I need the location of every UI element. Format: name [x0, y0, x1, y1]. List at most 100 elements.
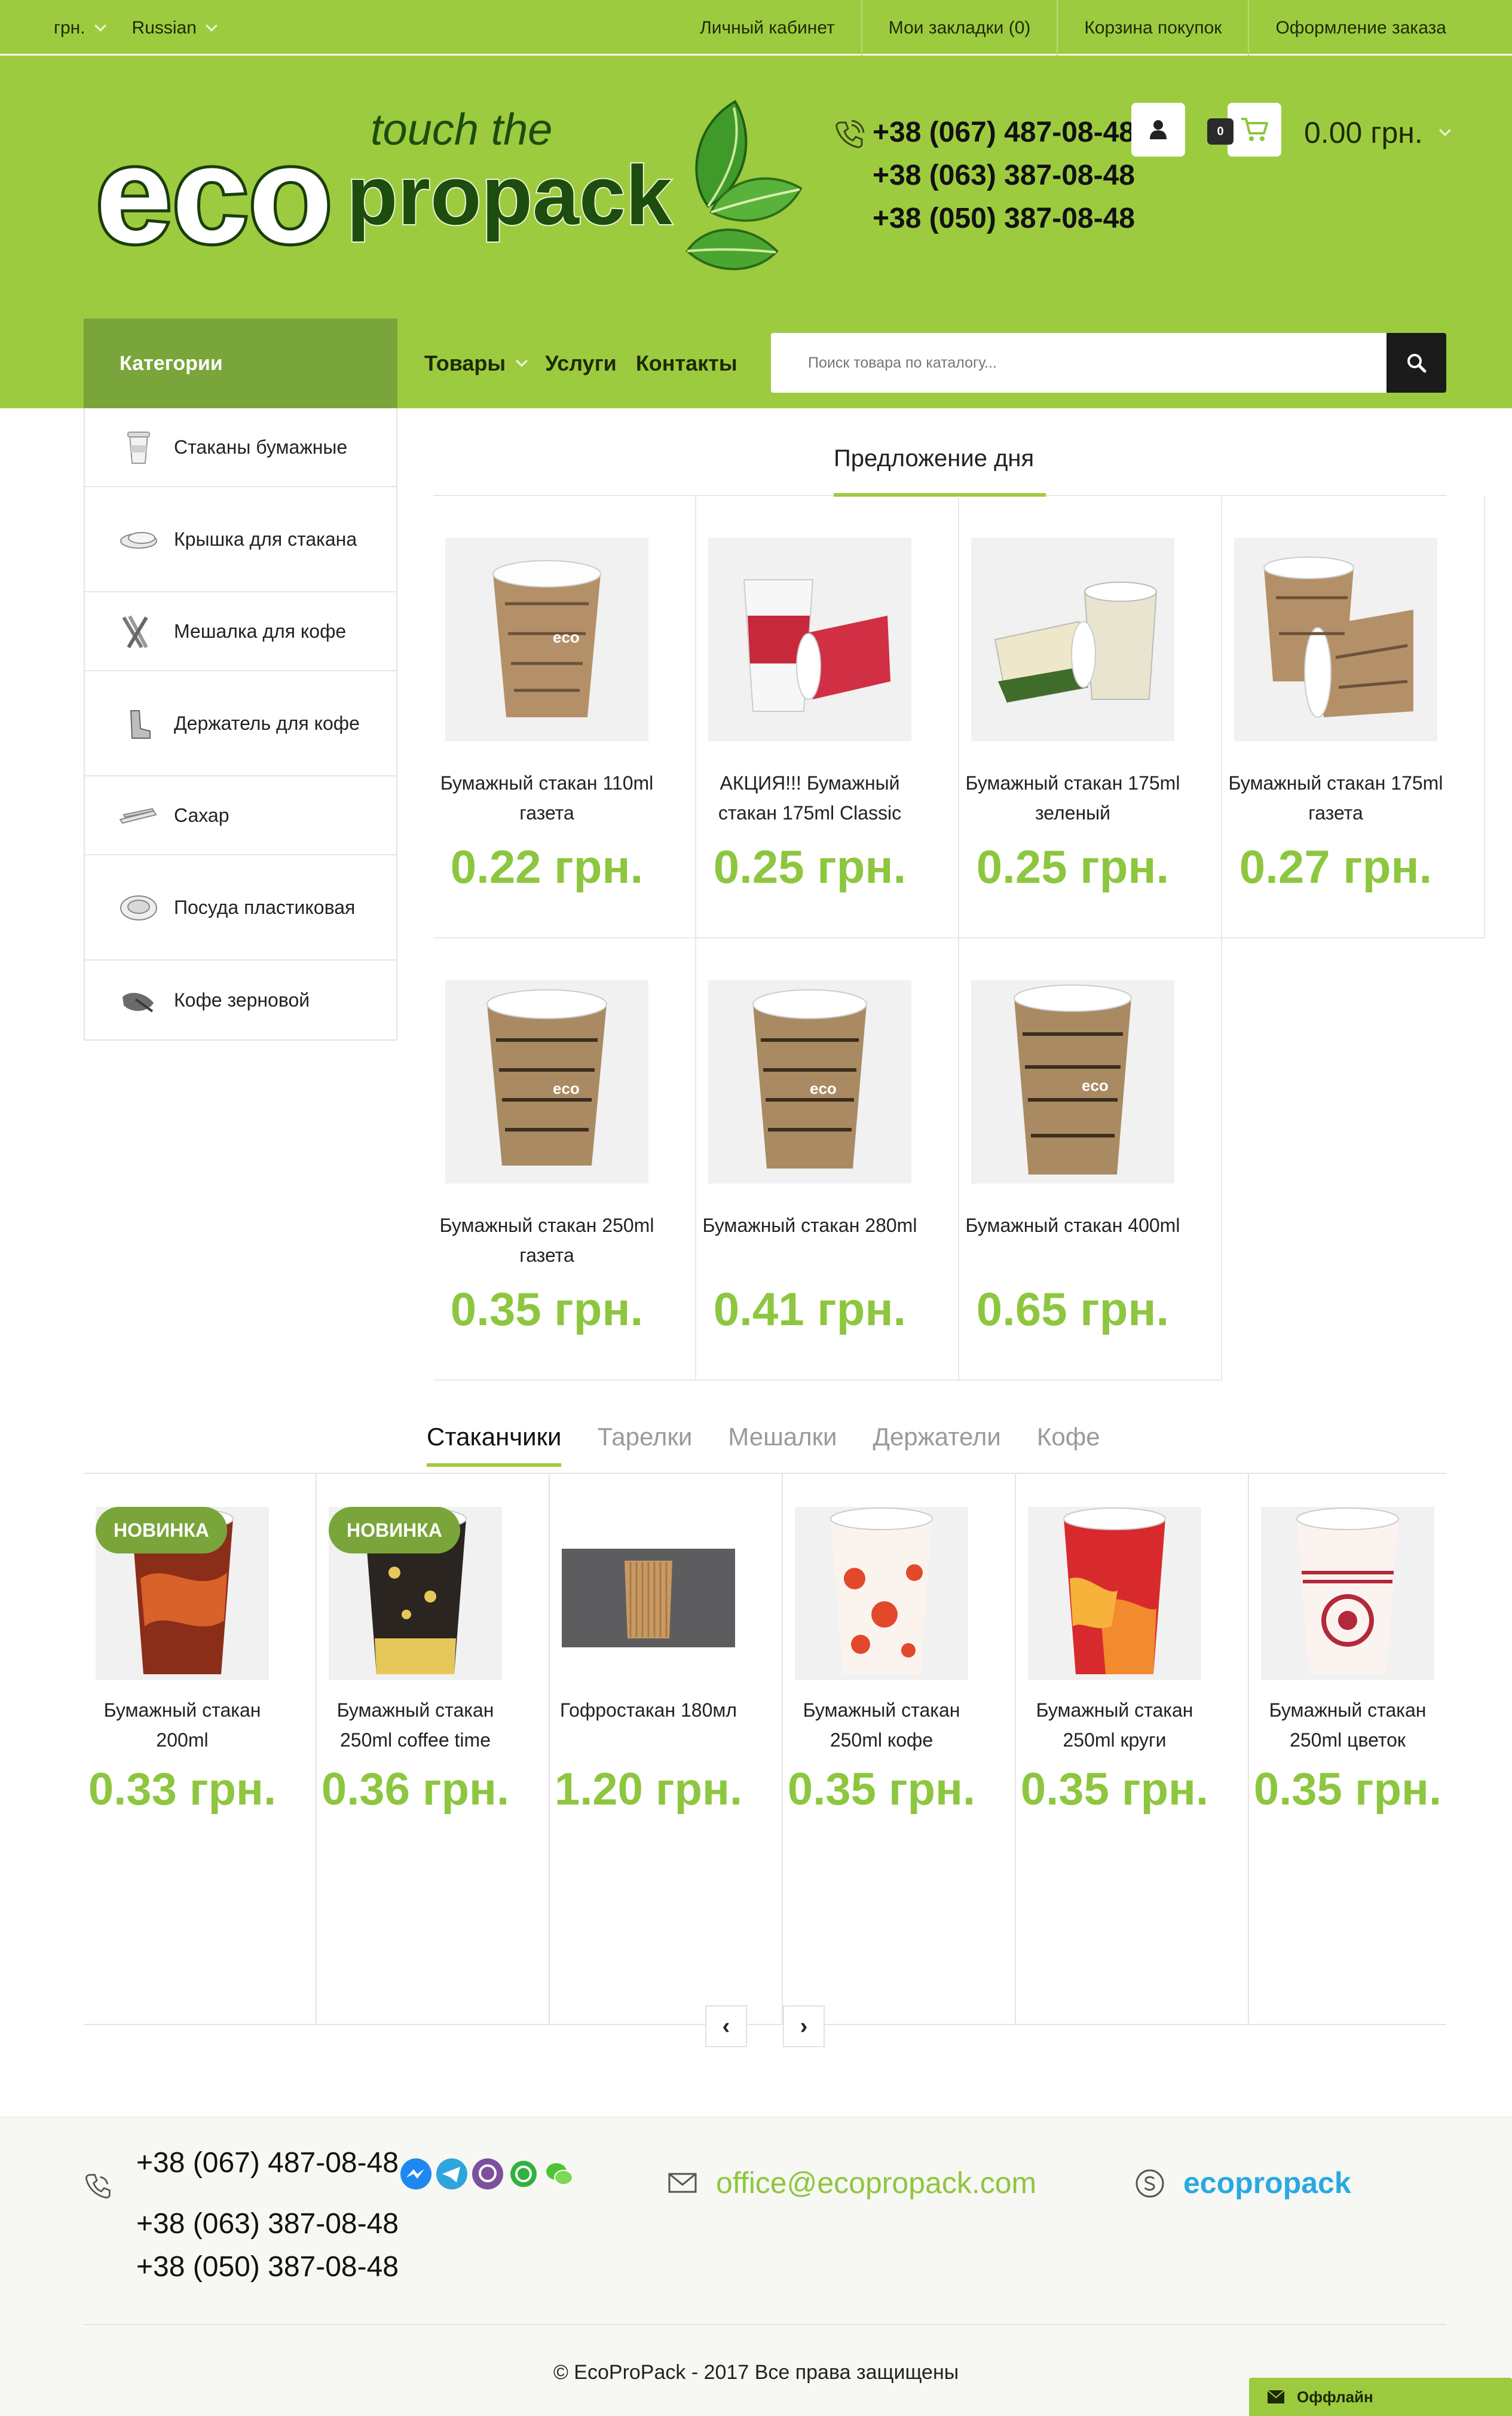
- sidebar-item-cup-holders[interactable]: Держатель для кофе: [85, 671, 396, 776]
- sidebar-item-label: Держатель для кофе: [174, 712, 360, 734]
- product-image[interactable]: eco: [445, 538, 648, 741]
- product-name[interactable]: Бумажный стакан 250ml цветок: [1249, 1695, 1446, 1755]
- currency-dropdown[interactable]: грн.: [54, 18, 106, 38]
- header-phone[interactable]: +38 (067) 487-08-48: [873, 111, 1135, 154]
- footer-phone[interactable]: +38 (050) 387-08-48: [136, 2246, 399, 2289]
- viber-icon[interactable]: [471, 2157, 504, 2191]
- search-button[interactable]: [1386, 333, 1446, 393]
- product-card[interactable]: Бумажный стакан 175ml газета 0.27 грн.: [1222, 496, 1485, 938]
- messenger-icon[interactable]: [399, 2157, 433, 2191]
- product-name[interactable]: Бумажный стакан 200ml: [84, 1695, 281, 1755]
- whatsapp-icon[interactable]: [507, 2157, 540, 2191]
- ecopropack-logo[interactable]: touch the eco propack: [90, 78, 807, 281]
- wechat-icon[interactable]: [543, 2157, 576, 2191]
- phone-icon: [835, 120, 865, 148]
- nav-item-contacts[interactable]: Контакты: [636, 351, 737, 376]
- nav-item-label: Товары: [424, 351, 506, 375]
- product-card[interactable]: eco Бумажный стакан 280ml 0.41 грн.: [696, 938, 959, 1381]
- carousel-product-card[interactable]: Бумажный стакан 250ml цветок 0.35 грн.: [1249, 1474, 1482, 2024]
- tab-stirrers[interactable]: Мешалки: [728, 1423, 837, 1451]
- wishlist-link[interactable]: Мои закладки (0): [861, 0, 1057, 56]
- product-image[interactable]: [971, 538, 1174, 741]
- product-name[interactable]: Бумажный стакан 250ml круги: [1016, 1695, 1213, 1755]
- carousel-product-card[interactable]: Гофростакан 180мл 1.20 грн.: [550, 1474, 783, 2024]
- cart-total-dropdown[interactable]: 0.00 грн.: [1304, 115, 1451, 150]
- product-price: 0.41 грн.: [713, 1283, 907, 1335]
- product-card[interactable]: eco Бумажный стакан 250ml газета 0.35 гр…: [433, 938, 696, 1381]
- sidebar-item-cup-lids[interactable]: Крышка для стакана: [85, 487, 396, 592]
- checkout-link[interactable]: Оформление заказа: [1248, 0, 1512, 56]
- product-card[interactable]: Бумажный стакан 175ml зеленый 0.25 грн.: [959, 496, 1222, 938]
- header: touch the eco propack +38 (067) 487-08-4…: [0, 56, 1512, 319]
- tab-plates[interactable]: Тарелки: [597, 1423, 692, 1451]
- sidebar-item-stirrers[interactable]: Мешалка для кофе: [85, 592, 396, 671]
- header-phone[interactable]: +38 (063) 387-08-48: [873, 154, 1135, 197]
- cup-holder-icon: [130, 710, 151, 739]
- product-name[interactable]: Бумажный стакан 175ml газета: [1228, 768, 1443, 828]
- categories-header[interactable]: Категории: [84, 319, 397, 408]
- product-price: 0.35 грн.: [1253, 1764, 1442, 1815]
- sidebar-item-plastic-dishes[interactable]: Посуда пластиковая: [85, 855, 396, 961]
- tab-cups[interactable]: Стаканчики: [427, 1423, 562, 1467]
- carousel-next-button[interactable]: ›: [783, 2005, 825, 2047]
- carousel-prev-button[interactable]: ‹: [705, 2005, 747, 2047]
- cart-link[interactable]: Корзина покупок: [1057, 0, 1248, 56]
- tab-holders[interactable]: Держатели: [873, 1423, 1001, 1451]
- sidebar-item-paper-cups[interactable]: Стаканы бумажные: [85, 408, 396, 487]
- product-name[interactable]: Бумажный стакан 175ml зеленый: [965, 768, 1180, 828]
- sidebar-item-coffee-beans[interactable]: Кофе зерновой: [85, 961, 396, 1039]
- product-price: 1.20 грн.: [554, 1764, 743, 1815]
- cart-button[interactable]: [1228, 103, 1281, 157]
- telegram-icon[interactable]: [435, 2157, 469, 2191]
- product-card[interactable]: eco Бумажный стакан 400ml 0.65 грн.: [959, 938, 1222, 1381]
- user-account-button[interactable]: [1131, 103, 1185, 157]
- product-image[interactable]: eco: [971, 980, 1174, 1183]
- product-image[interactable]: eco: [708, 980, 911, 1183]
- product-price: 0.27 грн.: [1239, 840, 1433, 893]
- category-sidebar: Стаканы бумажные Крышка для стакана Меша…: [84, 408, 397, 1041]
- offer-section-title: Предложение дня: [834, 445, 1034, 472]
- product-name[interactable]: Бумажный стакан 250ml coffee time: [317, 1695, 514, 1755]
- product-image[interactable]: [1028, 1507, 1201, 1680]
- footer-email[interactable]: office@ecopropack.com: [716, 2166, 1036, 2200]
- product-price: 0.35 грн.: [787, 1764, 976, 1815]
- nav-item-services[interactable]: Услуги: [545, 351, 617, 376]
- product-price: 0.25 грн.: [976, 840, 1170, 893]
- paper-cup-icon: [127, 432, 150, 464]
- language-dropdown[interactable]: Russian: [132, 18, 218, 38]
- carousel-product-card[interactable]: НОВИНКА Бумажный стакан 200ml 0.33 грн.: [84, 1474, 317, 2024]
- product-image[interactable]: [1261, 1507, 1434, 1680]
- footer-skype[interactable]: ecopropack: [1183, 2166, 1351, 2200]
- product-image[interactable]: [708, 538, 911, 741]
- search-input[interactable]: [807, 350, 1345, 376]
- sidebar-item-label: Стаканы бумажные: [174, 436, 348, 458]
- carousel-product-card[interactable]: Бумажный стакан 250ml кофе 0.35 грн.: [783, 1474, 1016, 2024]
- coffee-stirrer-icon: [122, 615, 148, 649]
- carousel-product-card[interactable]: Бумажный стакан 250ml круги 0.35 грн.: [1016, 1474, 1249, 2024]
- footer-phones: +38 (067) 487-08-48 +38 (063) 387-08-48 …: [136, 2142, 399, 2289]
- product-name[interactable]: Гофростакан 180мл: [550, 1695, 747, 1725]
- sidebar-item-sugar[interactable]: Сахар: [85, 776, 396, 855]
- chat-widget[interactable]: Оффлайн: [1249, 2378, 1512, 2416]
- product-image[interactable]: [795, 1507, 968, 1680]
- product-name[interactable]: АКЦИЯ!!! Бумажный стакан 175ml Classic: [702, 768, 917, 828]
- carousel-product-card[interactable]: НОВИНКА Бумажный стакан 250ml coffee tim…: [317, 1474, 550, 2024]
- footer-phone[interactable]: +38 (063) 387-08-48: [136, 2203, 399, 2246]
- product-card[interactable]: АКЦИЯ!!! Бумажный стакан 175ml Classic 0…: [696, 496, 959, 938]
- product-image[interactable]: [562, 1507, 735, 1680]
- product-image[interactable]: [1234, 538, 1437, 741]
- product-name[interactable]: Бумажный стакан 280ml: [702, 1210, 917, 1240]
- product-name[interactable]: Бумажный стакан 250ml кофе: [783, 1695, 980, 1755]
- footer-phone[interactable]: +38 (067) 487-08-48: [136, 2142, 399, 2185]
- product-name[interactable]: Бумажный стакан 110ml газета: [439, 768, 654, 828]
- product-name[interactable]: Бумажный стакан 400ml: [965, 1210, 1180, 1240]
- cart-count-badge: 0: [1207, 118, 1234, 145]
- account-link[interactable]: Личный кабинет: [674, 0, 861, 56]
- product-name[interactable]: Бумажный стакан 250ml газета: [439, 1210, 654, 1270]
- nav-item-products[interactable]: Товары: [424, 351, 528, 376]
- product-image[interactable]: eco: [445, 980, 648, 1183]
- tab-coffee[interactable]: Кофе: [1037, 1423, 1100, 1451]
- email-icon: [668, 2173, 697, 2193]
- product-card[interactable]: eco Бумажный стакан 110ml газета 0.22 гр…: [433, 496, 696, 938]
- header-phone[interactable]: +38 (050) 387-08-48: [873, 197, 1135, 240]
